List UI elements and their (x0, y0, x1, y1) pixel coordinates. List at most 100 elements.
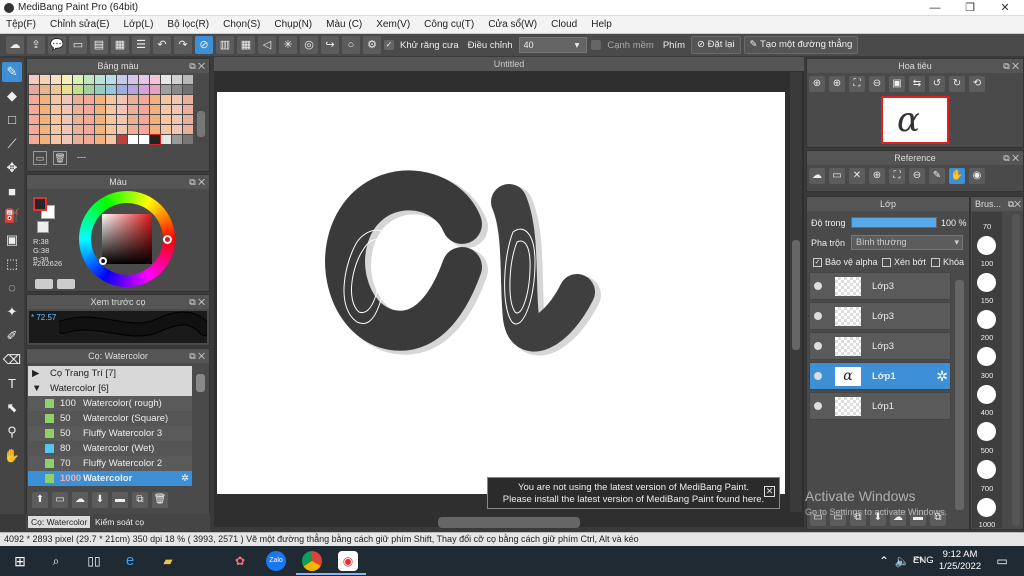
lock-checkbox[interactable] (931, 258, 940, 267)
cloud-icon[interactable]: ☁ (6, 36, 24, 54)
straight-line-button[interactable]: ✎ Tạo một đường thẳng (743, 36, 859, 54)
clock-time[interactable]: 9:12 AM (940, 549, 980, 560)
maximize-button[interactable]: ❐ (955, 0, 985, 16)
brush-delete-icon[interactable]: 🗑 (152, 492, 168, 508)
reference-cloud-icon[interactable]: ☁ (809, 168, 825, 184)
palette-swatch[interactable] (117, 85, 127, 94)
layer-row-selected[interactable]: α Lớp1 ✲ (809, 362, 951, 390)
palette-scrollbar[interactable] (197, 111, 205, 137)
operation-tool-icon[interactable]: ⬉ (2, 398, 22, 418)
palette-swatch[interactable] (172, 125, 182, 134)
brush-size-dot[interactable] (977, 422, 996, 441)
palette-swatch[interactable] (62, 85, 72, 94)
palette-swatch[interactable] (84, 135, 94, 144)
value-cursor[interactable] (99, 257, 107, 265)
palette-swatch[interactable] (95, 125, 105, 134)
brush-size-dot[interactable] (977, 498, 996, 517)
protect-alpha-checkbox[interactable]: ✓ (813, 258, 822, 267)
palette-swatch[interactable] (139, 115, 149, 124)
reset-view-icon[interactable]: ⟲ (969, 76, 985, 92)
menu-filter[interactable]: Bộ lọc(R) (167, 19, 209, 30)
undo-icon[interactable]: ↶ (153, 36, 171, 54)
palette-swatch[interactable] (117, 115, 127, 124)
text-tool-icon[interactable]: T (2, 374, 22, 394)
palette-swatch[interactable] (95, 75, 105, 84)
palette-swatch[interactable] (128, 135, 138, 144)
zoom-in-icon[interactable]: ⊕ (829, 76, 845, 92)
palette-swatch[interactable] (40, 135, 50, 144)
palette-swatch[interactable] (106, 115, 116, 124)
palette-swatch[interactable] (150, 95, 160, 104)
comment-icon[interactable]: ▭ (69, 36, 87, 54)
palette-swatch[interactable] (117, 135, 127, 144)
visibility-icon[interactable] (814, 282, 822, 290)
palette-swatch[interactable] (128, 105, 138, 114)
reference-close-icon[interactable]: ✕ (849, 168, 865, 184)
canvas-tab[interactable]: Untitled (214, 57, 804, 71)
palette-swatch[interactable] (95, 85, 105, 94)
brush-size-dot[interactable] (977, 385, 996, 404)
visibility-icon[interactable] (814, 402, 822, 410)
curve-icon[interactable]: ↪ (321, 36, 339, 54)
list-icon[interactable]: ☰ (132, 36, 150, 54)
close-icon[interactable]: ✕ (764, 486, 775, 497)
palette-swatch[interactable] (183, 125, 193, 134)
blend-select[interactable]: Bình thường ▾ (851, 235, 963, 250)
settings-icon[interactable]: ⚙ (363, 36, 381, 54)
brush-item[interactable]: 80 Watercolor (Wet) (28, 441, 192, 456)
transparent-color-swatch[interactable] (37, 221, 49, 233)
panel-close-icon[interactable]: ⧉ ✕ (1003, 59, 1019, 73)
palette-swatch[interactable] (62, 95, 72, 104)
zoom-in-icon[interactable]: ⊕ (809, 76, 825, 92)
circle-guide-icon[interactable]: ○ (342, 36, 360, 54)
palette-swatch[interactable] (62, 125, 72, 134)
palette-swatch[interactable] (183, 115, 193, 124)
brush-item[interactable]: 50 Watercolor (Square) (28, 411, 192, 426)
palette-swatch[interactable] (51, 135, 61, 144)
layer-row[interactable]: Lớp3 (809, 332, 951, 360)
palette-swatch[interactable] (62, 75, 72, 84)
upload-icon[interactable]: ⇪ (27, 36, 45, 54)
palette-swatch[interactable] (29, 75, 39, 84)
palette-swatch[interactable] (117, 95, 127, 104)
palette-swatch[interactable] (40, 105, 50, 114)
language-indicator[interactable]: ENG (913, 555, 934, 566)
palette-swatch[interactable] (95, 135, 105, 144)
edge-checkbox[interactable] (591, 40, 602, 50)
color-mode-button-2[interactable] (57, 279, 75, 289)
rotate-left-icon[interactable]: ↺ (929, 76, 945, 92)
menu-view[interactable]: Xem(V) (376, 19, 410, 30)
brush-cloud-icon[interactable]: ☁ (72, 492, 88, 508)
palette-delete-icon[interactable]: 🗑 (53, 151, 67, 165)
palette-swatch[interactable] (150, 105, 160, 114)
palette-swatch[interactable] (172, 115, 182, 124)
layer-settings-icon[interactable]: ✲ (936, 368, 948, 385)
brush-size-dot[interactable] (977, 460, 996, 479)
brush-item[interactable]: 70 Fluffy Watercolor 2 (28, 456, 192, 471)
palette-swatch[interactable] (128, 85, 138, 94)
palette-swatch[interactable] (84, 115, 94, 124)
palette-swatch[interactable] (150, 125, 160, 134)
hue-cursor[interactable] (163, 235, 172, 244)
add-brush-icon[interactable]: ⬆ (32, 492, 48, 508)
reference-dropper-icon[interactable]: ✎ (929, 168, 945, 184)
palette-swatch[interactable] (106, 105, 116, 114)
gradient-tool-icon[interactable]: ▣ (2, 230, 22, 250)
palette-swatch[interactable] (106, 85, 116, 94)
palette-swatch[interactable] (29, 85, 39, 94)
palette-swatch[interactable] (183, 75, 193, 84)
palette-swatch[interactable] (106, 125, 116, 134)
palette-swatch[interactable] (149, 134, 161, 145)
layers-scrollbar[interactable] (955, 280, 964, 510)
palette-swatch[interactable] (172, 75, 182, 84)
layer-row[interactable]: Lớp1 (809, 392, 951, 420)
palette-swatch[interactable] (161, 135, 171, 144)
rectangle-tool-icon[interactable]: □ (2, 110, 22, 130)
visibility-icon[interactable] (814, 312, 822, 320)
palette-swatch[interactable] (172, 95, 182, 104)
canvas-horizontal-scroll-thumb[interactable] (438, 517, 580, 528)
reference-zoom-in-icon[interactable]: ⊕ (869, 168, 885, 184)
palette-swatch[interactable] (183, 95, 193, 104)
palette-swatch[interactable] (73, 135, 83, 144)
palette-swatch[interactable] (161, 115, 171, 124)
